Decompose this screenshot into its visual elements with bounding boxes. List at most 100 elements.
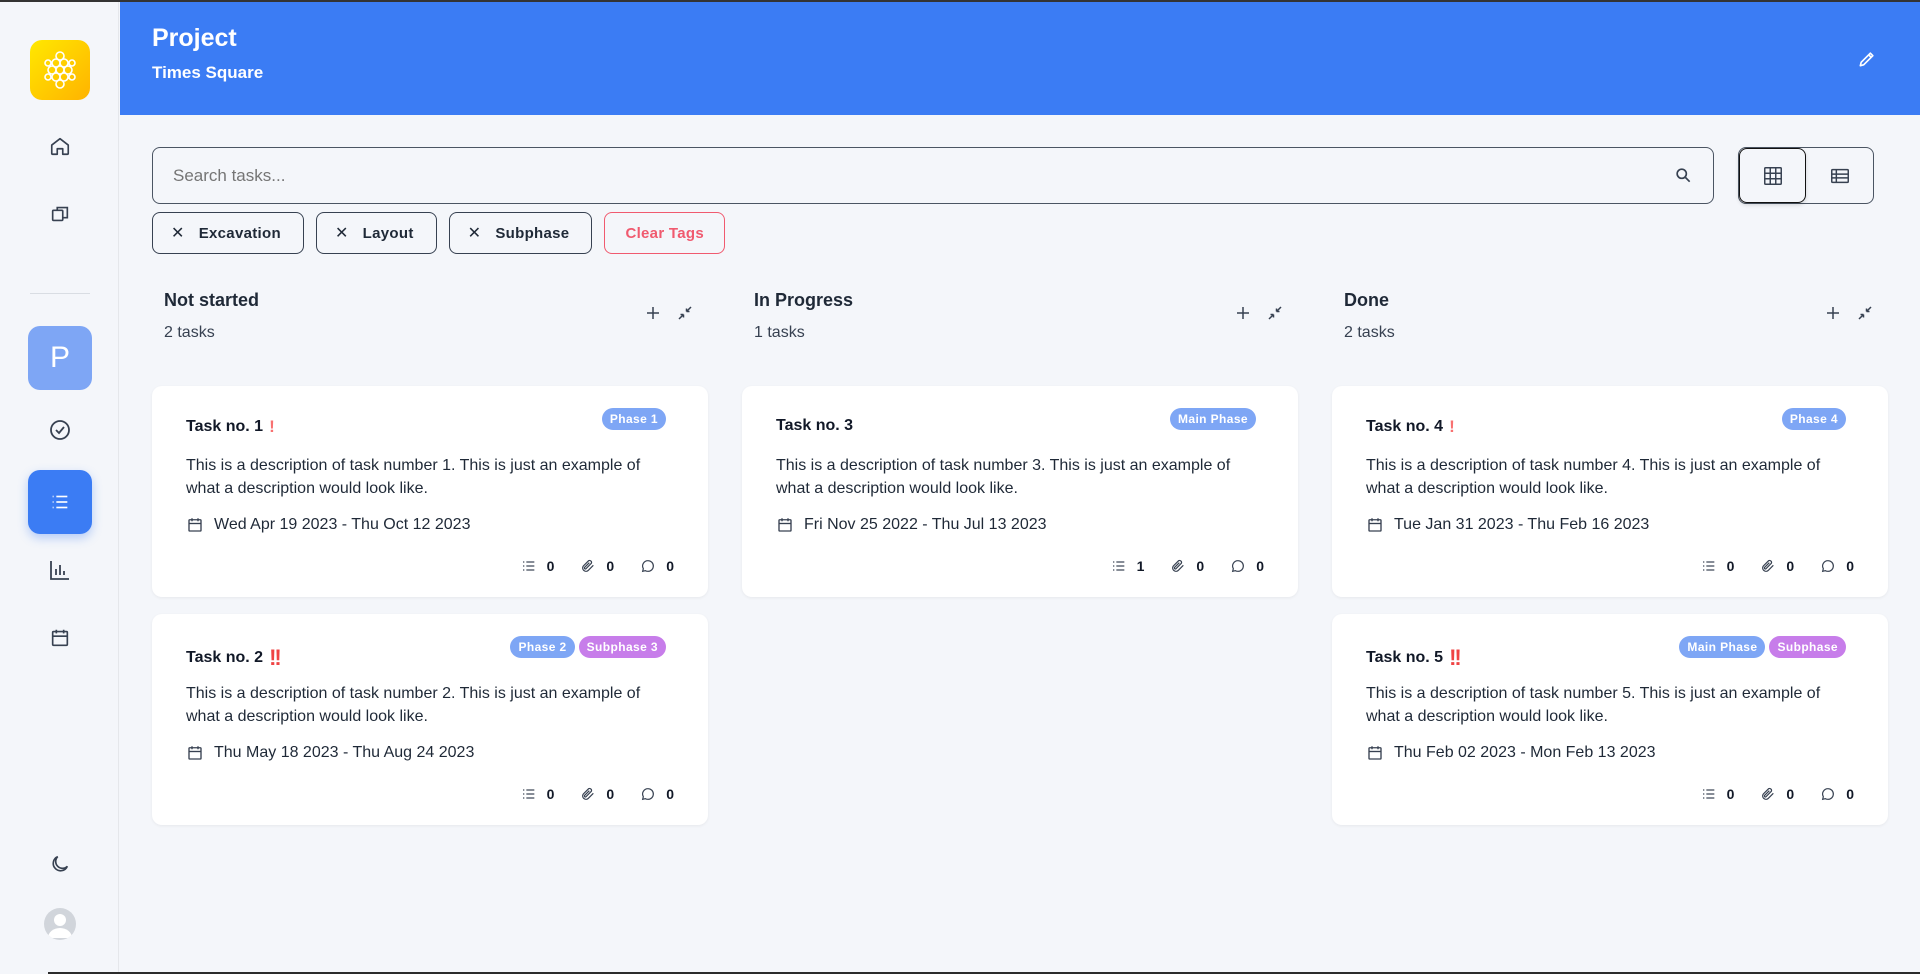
collapse-column-button[interactable]: [1266, 304, 1284, 322]
tag-chip-excavation[interactable]: ✕ Excavation: [152, 212, 304, 254]
phase-badge: Phase 4: [1781, 408, 1846, 430]
comment-icon: [642, 560, 655, 573]
comment-icon: [642, 788, 655, 801]
task-title: Task no. 1: [186, 418, 264, 435]
collapse-icon: [1268, 306, 1282, 320]
subtask-count: 1: [1136, 558, 1145, 574]
priority-indicator: !!: [1449, 645, 1462, 670]
calendar-icon: [776, 516, 794, 534]
home-icon: [50, 137, 70, 156]
nav-task-list[interactable]: [28, 470, 92, 534]
edit-project-button[interactable]: [1854, 46, 1880, 72]
attachment-icon: [582, 559, 595, 572]
clear-tags-button[interactable]: Clear Tags: [604, 212, 726, 254]
column-title: Not started: [164, 290, 260, 310]
task-card[interactable]: Task no. 1! Phase 1 This is a descriptio…: [152, 386, 708, 597]
collapse-column-button[interactable]: [676, 304, 694, 322]
grid-view-button[interactable]: [1739, 148, 1807, 203]
nav-home[interactable]: [28, 114, 92, 178]
priority-indicator: !: [269, 417, 275, 436]
tag-label: Subphase: [495, 224, 570, 242]
task-description: This is a description of task number 3. …: [776, 457, 1231, 497]
list-icon: [1702, 789, 1714, 799]
subtask-count: 0: [546, 786, 555, 802]
project-initial: P: [49, 341, 70, 374]
column-in-progress: In Progress 1 tasks Task no. 3 Main Phas…: [742, 290, 1298, 597]
task-dates: Fri Nov 25 2022 - Thu Jul 13 2023: [804, 516, 1047, 533]
grid-view-icon: [1763, 166, 1782, 185]
attachment-count: 0: [1786, 558, 1795, 574]
comment-icon: [1232, 560, 1245, 573]
theme-toggle[interactable]: [28, 832, 92, 896]
add-task-button[interactable]: [1824, 304, 1842, 322]
tag-chip-layout[interactable]: ✕ Layout: [315, 212, 437, 254]
task-card[interactable]: Task no. 3 Main Phase This is a descript…: [742, 386, 1298, 597]
subtask-count: 0: [546, 558, 555, 574]
app-logo[interactable]: [30, 40, 90, 100]
table-view-button[interactable]: [1806, 148, 1873, 203]
page-subtitle: Times Square: [152, 63, 264, 82]
task-description: This is a description of task number 4. …: [1366, 457, 1821, 497]
tag-chip-subphase[interactable]: ✕ Subphase: [448, 212, 593, 254]
copy-icon: [51, 206, 69, 222]
search-input[interactable]: [153, 148, 1713, 203]
logo-hexagon-icon: [44, 51, 76, 89]
moon-icon: [52, 855, 69, 872]
close-icon[interactable]: ✕: [171, 223, 185, 243]
phase-badge: Main Phase: [1169, 408, 1256, 430]
attachment-icon: [1172, 559, 1185, 572]
attachment-icon: [1762, 787, 1775, 800]
nav-tasks-done[interactable]: [28, 398, 92, 462]
comment-count: 0: [1846, 558, 1854, 574]
column-task-count: 2 tasks: [1344, 324, 1395, 341]
collapse-icon: [678, 306, 692, 320]
attachment-count: 0: [1196, 558, 1205, 574]
column-header: Not started 2 tasks: [152, 290, 708, 350]
nav-reports[interactable]: [28, 538, 92, 602]
tag-label: Layout: [362, 224, 414, 242]
view-toggle: [1738, 147, 1874, 204]
attachment-count: 0: [606, 558, 615, 574]
task-dates: Wed Apr 19 2023 - Thu Oct 12 2023: [214, 516, 471, 533]
attachment-icon: [582, 787, 595, 800]
task-card[interactable]: Task no. 4! Phase 4 This is a descriptio…: [1332, 386, 1888, 597]
tag-label: Excavation: [198, 224, 281, 242]
task-description: This is a description of task number 5. …: [1366, 685, 1821, 725]
close-icon[interactable]: ✕: [468, 223, 482, 243]
phase-badge: Phase 2: [510, 636, 575, 658]
plus-icon: [1827, 307, 1839, 319]
calendar-icon: [1366, 744, 1384, 762]
add-task-button[interactable]: [644, 304, 662, 322]
column-task-count: 1 tasks: [754, 324, 805, 341]
user-avatar-icon: [48, 914, 72, 938]
comment-icon: [1822, 788, 1835, 801]
user-avatar[interactable]: [44, 908, 76, 940]
column-not-started: Not started 2 tasks Task no. 1! Phase 1 …: [152, 290, 708, 825]
task-dates: Tue Jan 31 2023 - Thu Feb 16 2023: [1394, 516, 1650, 533]
check-circle-icon: [50, 420, 70, 440]
sidebar-divider: [30, 293, 90, 294]
nav-projects[interactable]: [28, 182, 92, 246]
nav-calendar[interactable]: [28, 606, 92, 670]
column-header: In Progress 1 tasks: [742, 290, 1298, 350]
comment-count: 0: [666, 558, 674, 574]
collapse-column-button[interactable]: [1856, 304, 1874, 322]
page-title: Project: [152, 24, 237, 52]
list-icon: [522, 789, 534, 799]
task-card[interactable]: Task no. 5!! Main Phase Subphase This is …: [1332, 614, 1888, 825]
plus-icon: [647, 307, 659, 319]
list-icon: [1702, 561, 1714, 571]
task-title: Task no. 4: [1366, 418, 1444, 435]
task-card[interactable]: Task no. 2!! Phase 2 Subphase 3 This is a…: [152, 614, 708, 825]
collapse-icon: [1858, 306, 1872, 320]
column-done: Done 2 tasks Task no. 4! Phase 4 This is…: [1332, 290, 1888, 825]
column-title: Done: [1344, 290, 1389, 310]
add-task-button[interactable]: [1234, 304, 1252, 322]
phase-badge: Main Phase: [1679, 636, 1766, 658]
close-icon[interactable]: ✕: [335, 223, 349, 243]
search-icon[interactable]: [1673, 165, 1693, 185]
subphase-badge: Subphase: [1769, 636, 1846, 658]
nav-project-avatar[interactable]: P: [28, 326, 92, 390]
subtask-count: 0: [1726, 786, 1735, 802]
attachment-icon: [1762, 559, 1775, 572]
